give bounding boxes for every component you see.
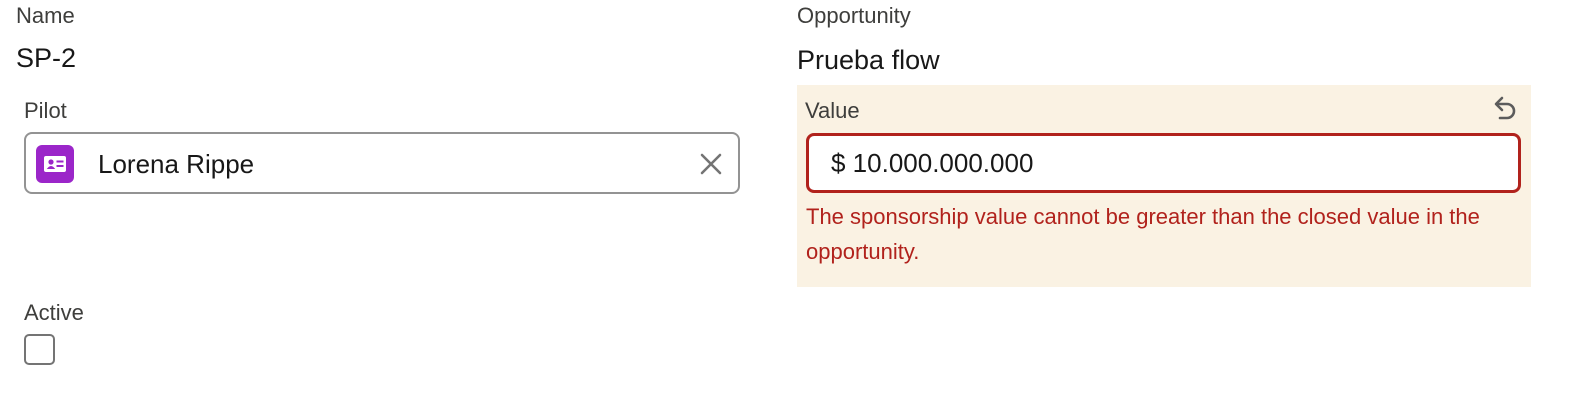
active-label: Active xyxy=(24,300,84,325)
pilot-lookup-field[interactable]: Lorena Rippe xyxy=(24,132,740,194)
value-label: Value xyxy=(805,98,860,123)
undo-icon[interactable] xyxy=(1489,93,1519,123)
name-label: Name xyxy=(16,3,75,28)
close-icon[interactable] xyxy=(698,151,724,177)
opportunity-label: Opportunity xyxy=(797,3,911,28)
name-value: SP-2 xyxy=(16,43,77,73)
record-edit-form: Name SP-2 Opportunity Prueba flow Pilot … xyxy=(0,0,1582,420)
active-checkbox[interactable] xyxy=(24,334,55,365)
value-field-error-panel: Value The sponsorship value cannot be gr… xyxy=(797,85,1531,287)
contact-card-icon xyxy=(36,145,74,183)
value-error-message: The sponsorship value cannot be greater … xyxy=(806,204,1480,264)
pilot-value: Lorena Rippe xyxy=(98,149,255,179)
opportunity-value: Prueba flow xyxy=(797,45,940,75)
pilot-label: Pilot xyxy=(24,98,67,123)
value-input[interactable] xyxy=(806,133,1521,193)
